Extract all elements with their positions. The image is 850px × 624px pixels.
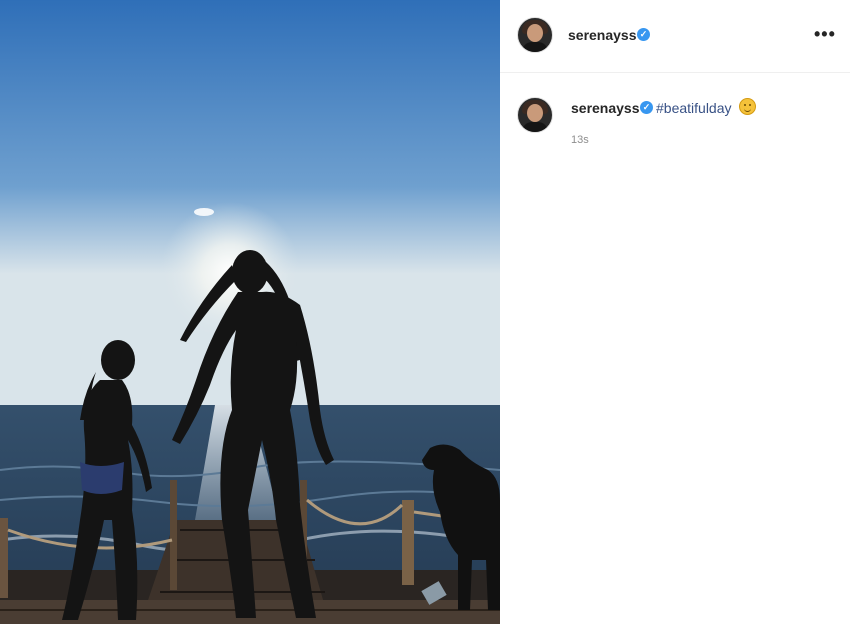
smiling-sun-emoji-icon (739, 98, 756, 115)
more-options-icon[interactable]: ••• (814, 24, 836, 45)
caption-username[interactable]: serenayss (571, 100, 640, 116)
verified-badge-icon: ✓ (637, 28, 650, 41)
caption-avatar[interactable] (517, 97, 553, 133)
post-header: serenayss ✓ ••• (500, 0, 850, 73)
header-username[interactable]: serenayss (568, 27, 637, 43)
caption-hashtag[interactable]: #beatifulday (656, 100, 732, 116)
post-photo[interactable] (0, 0, 500, 624)
avatar[interactable] (517, 17, 553, 53)
caption-verified-badge-icon: ✓ (640, 101, 653, 114)
post-side-panel: serenayss ✓ ••• serenayss ✓ #beatifulday… (500, 0, 850, 624)
post-timestamp[interactable]: 13s (571, 134, 589, 146)
beach-silhouette-image (0, 0, 500, 624)
